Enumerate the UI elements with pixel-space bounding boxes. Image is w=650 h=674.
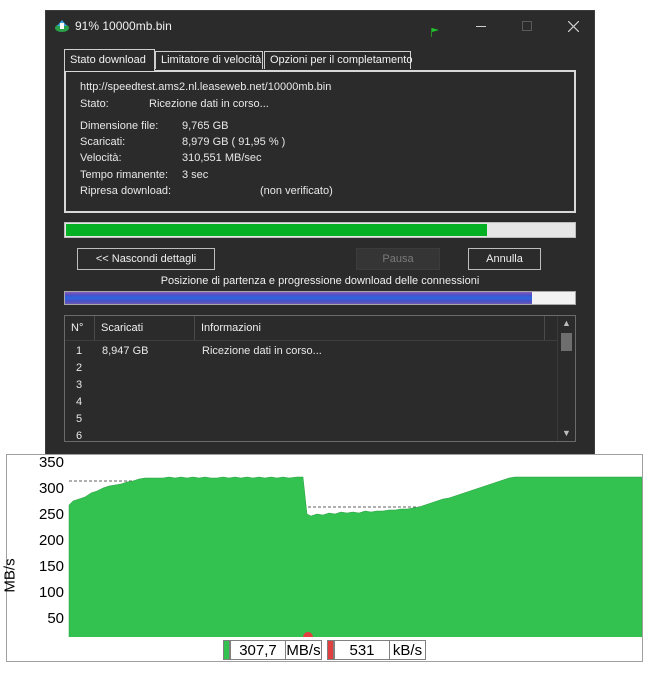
list-item[interactable]: 4 <box>65 394 558 411</box>
window-title: 91% 10000mb.bin <box>75 19 172 33</box>
download-window: 91% 10000mb.bin Stato download Limitator… <box>45 10 595 456</box>
pause-button[interactable]: Pausa <box>356 248 440 270</box>
status-value: Ricezione dati in corso... <box>149 98 269 110</box>
resume-label: Ripresa download: <box>80 185 172 197</box>
file-size-value: 9,765 GB <box>182 120 229 132</box>
time-remaining-value: 3 sec <box>182 169 209 181</box>
connections-list[interactable]: N° Scaricati Informazioni 1 8,947 GB Ric… <box>64 315 576 442</box>
connections-progress-bar <box>64 291 576 305</box>
scroll-up-icon[interactable]: ▲ <box>558 316 575 331</box>
list-item[interactable]: 6 <box>65 428 558 445</box>
list-item[interactable]: 3 <box>65 377 558 394</box>
connections-list-header: N° Scaricati Informazioni <box>65 316 558 341</box>
connection-number: 6 <box>76 430 83 442</box>
time-remaining-label: Tempo rimanente: <box>80 169 169 181</box>
graph-tick-label: 300 <box>38 480 64 497</box>
list-item[interactable]: 1 8,947 GB Ricezione dati in corso... <box>65 343 558 360</box>
connection-downloaded: 8,947 GB <box>102 345 149 357</box>
close-icon <box>567 20 579 32</box>
flag-icon <box>431 28 439 37</box>
details-panel: http://speedtest.ams2.nl.leaseweb.net/10… <box>64 70 576 213</box>
connections-progress-fill <box>65 292 533 304</box>
maximize-icon <box>522 21 532 31</box>
title-bar[interactable]: 91% 10000mb.bin <box>46 11 594 41</box>
download-speed-value: 307,7 <box>230 640 286 660</box>
close-button[interactable] <box>550 11 596 41</box>
status-label: Stato: <box>80 98 109 110</box>
scroll-thumb[interactable] <box>561 333 572 351</box>
tab-speed-limiter[interactable]: Limitatore di velocità <box>155 51 263 69</box>
list-item[interactable]: 2 <box>65 360 558 377</box>
download-color-swatch <box>223 640 230 660</box>
tab-download-status[interactable]: Stato download <box>64 49 155 71</box>
connection-number: 5 <box>76 413 83 425</box>
connection-info: Ricezione dati in corso... <box>202 345 322 357</box>
scroll-down-icon[interactable]: ▼ <box>558 426 575 441</box>
upload-color-swatch <box>327 640 334 660</box>
download-progress-bar <box>64 222 576 238</box>
connections-caption: Posizione di partenza e progressione dow… <box>160 275 480 287</box>
speed-graph: MB/s 350 300 250 200 150 100 50 <box>2 454 643 662</box>
downloaded-label: Scaricati: <box>80 136 126 148</box>
hide-details-button[interactable]: << Nascondi dettagli <box>77 248 215 270</box>
graph-tick-label: 250 <box>38 506 64 523</box>
speed-value: 310,551 MB/sec <box>182 152 262 164</box>
downloaded-value: 8,979 GB ( 91,95 % ) <box>182 136 286 148</box>
maximize-button[interactable] <box>504 11 550 41</box>
download-progress-fill <box>66 224 487 236</box>
cancel-button[interactable]: Annulla <box>468 248 541 270</box>
graph-tick-label: 50 <box>47 610 64 627</box>
minimize-button[interactable] <box>458 11 504 41</box>
graph-tick-label: 150 <box>38 558 64 575</box>
tab-completion-options[interactable]: Opzioni per il completamento <box>264 51 412 69</box>
list-item[interactable]: 5 <box>65 411 558 428</box>
file-size-label: Dimensione file: <box>80 120 159 132</box>
graph-y-axis-label: MB/s <box>1 558 19 593</box>
upload-speed-value: 531 <box>334 640 390 660</box>
connection-number: 2 <box>76 362 83 374</box>
resume-value: (non verificato) <box>260 185 333 197</box>
connection-number: 1 <box>76 345 83 357</box>
list-scrollbar[interactable]: ▲ ▼ <box>557 316 575 441</box>
graph-tick-label: 100 <box>38 584 64 601</box>
column-header-info[interactable]: Informazioni <box>195 316 545 340</box>
connection-number: 4 <box>76 396 83 408</box>
connection-number: 3 <box>76 379 83 391</box>
app-icon <box>55 20 69 32</box>
graph-tick-label: 200 <box>38 532 64 549</box>
column-header-number[interactable]: N° <box>65 316 95 340</box>
download-speed-unit: MB/s <box>285 640 322 660</box>
speed-status-bar: 307,7 MB/s 531 kB/s <box>6 637 643 662</box>
upload-speed-unit: kB/s <box>389 640 426 660</box>
minimize-icon <box>476 26 486 27</box>
download-url: http://speedtest.ams2.nl.leaseweb.net/10… <box>80 81 332 93</box>
graph-tick-label: 350 <box>38 454 64 471</box>
speed-graph-plot <box>68 476 642 638</box>
speed-label: Velocità: <box>80 152 122 164</box>
speed-area <box>68 476 642 638</box>
column-header-downloaded[interactable]: Scaricati <box>95 316 195 340</box>
